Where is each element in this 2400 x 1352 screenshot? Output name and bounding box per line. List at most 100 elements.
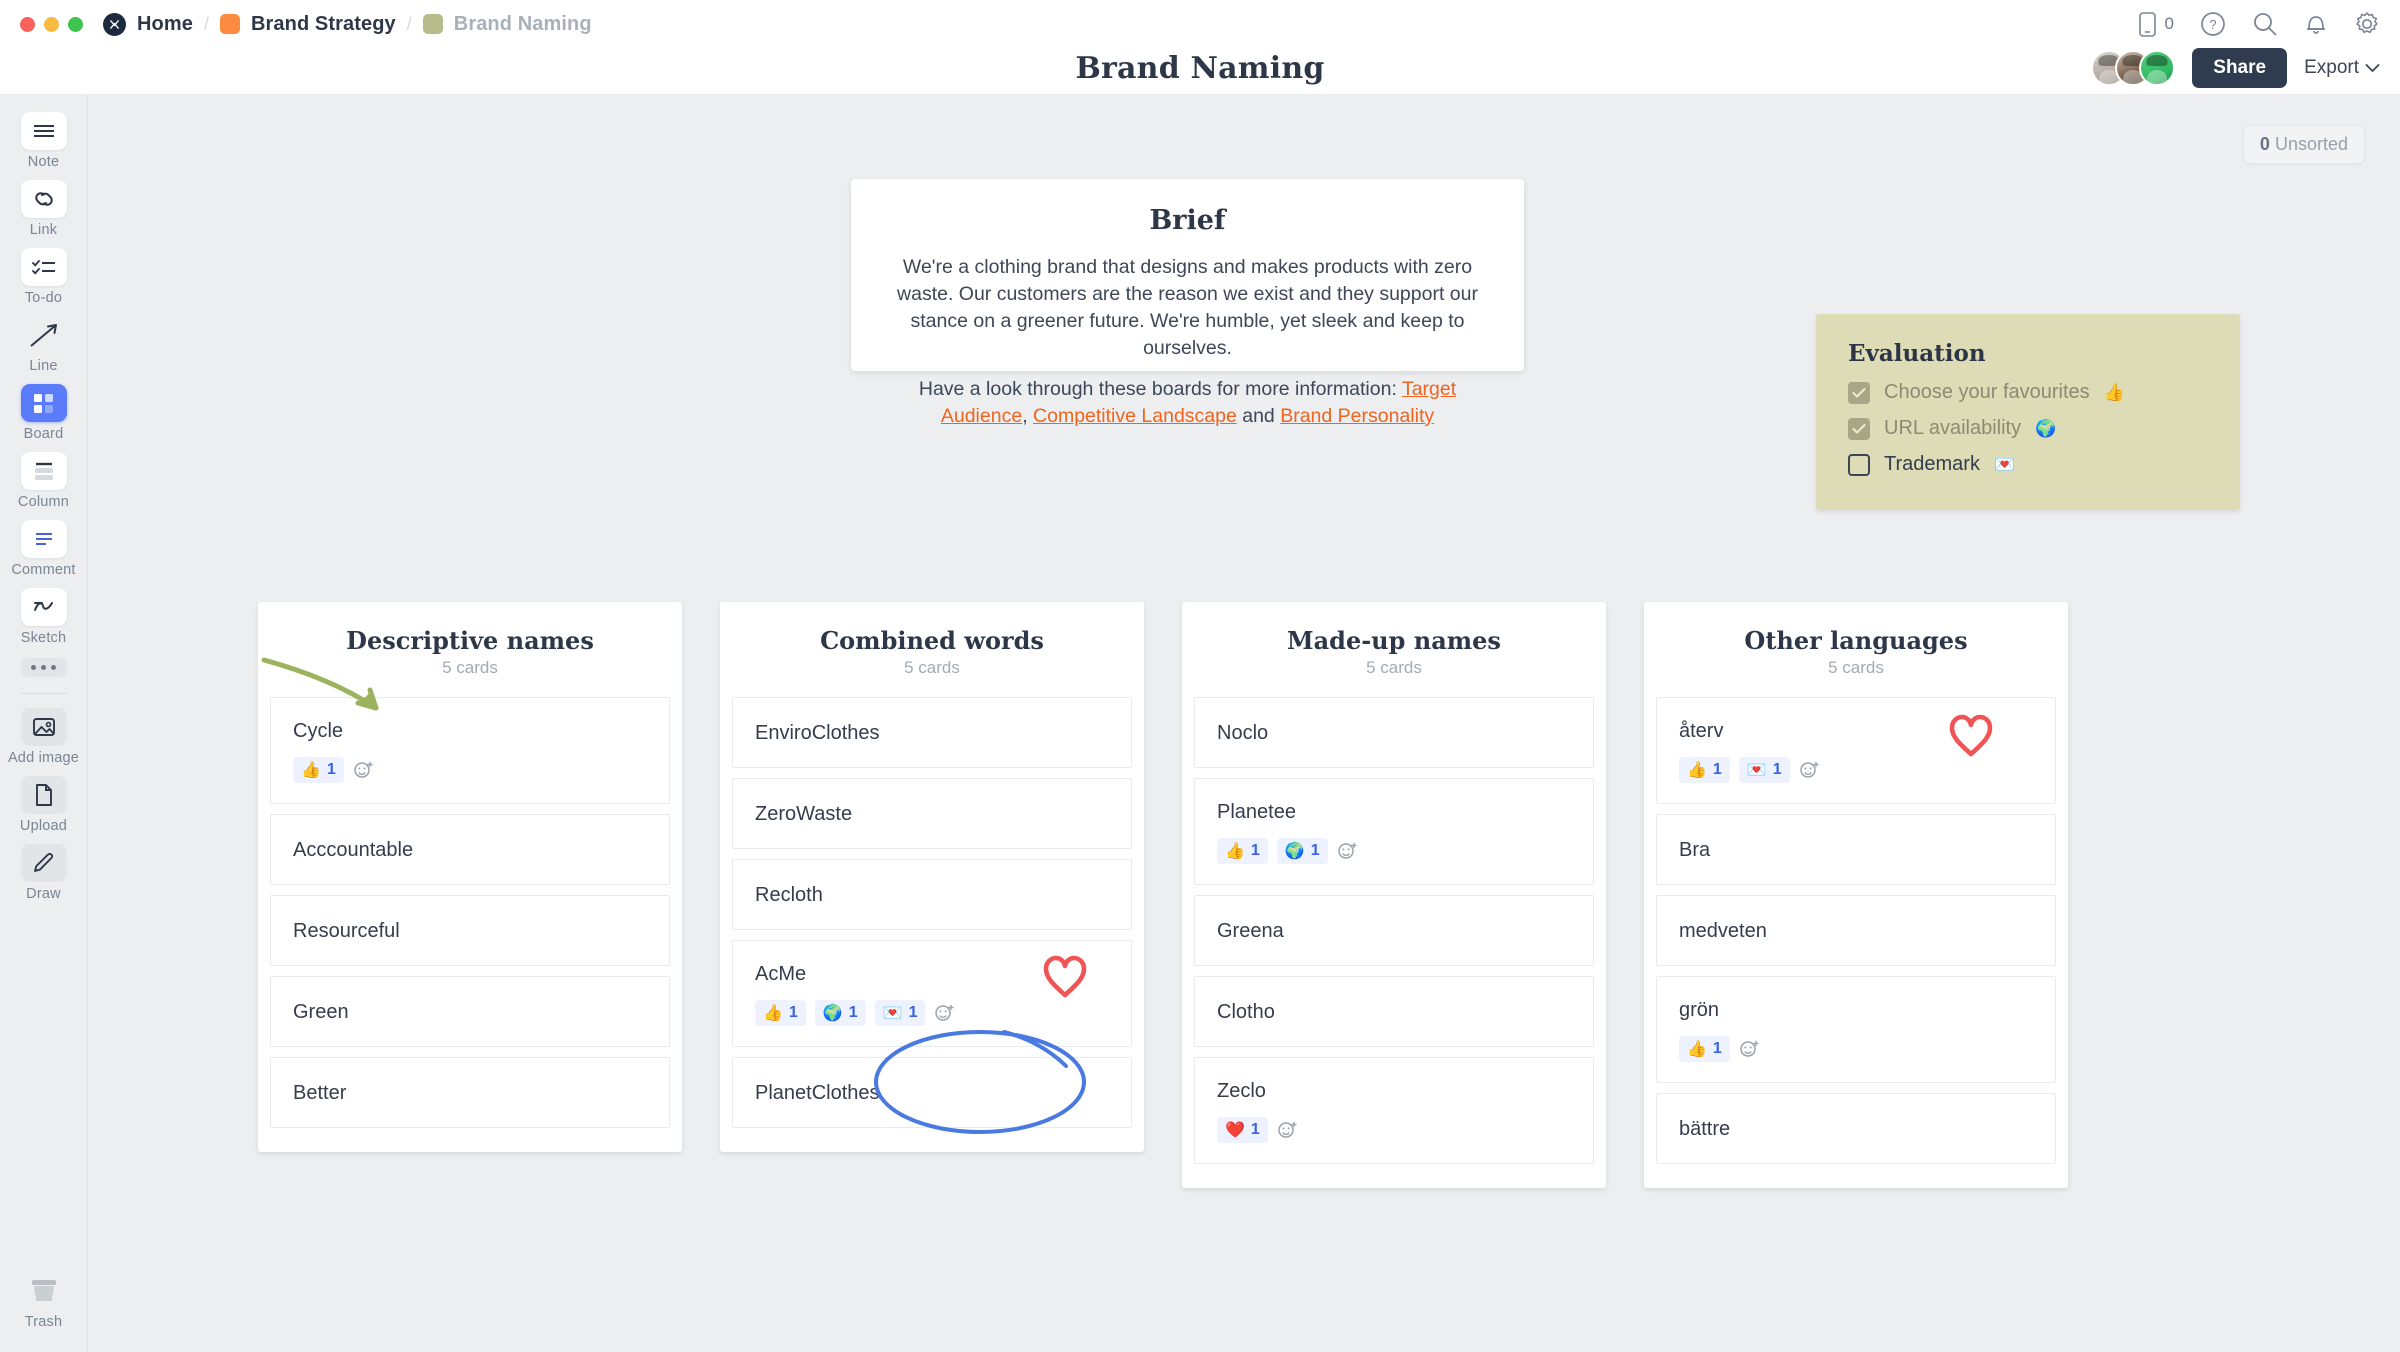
gear-icon[interactable] — [2354, 11, 2380, 37]
checkbox-checked-icon[interactable] — [1848, 417, 1870, 440]
tool-line[interactable]: Line — [5, 316, 83, 374]
card-reactions: 👍 1 — [293, 757, 647, 783]
add-reaction-icon[interactable] — [1277, 1120, 1299, 1140]
tool-comment[interactable]: Comment — [5, 520, 83, 578]
collaborator-avatars[interactable] — [2091, 50, 2176, 86]
left-toolbar: Note Link To-do Line Board Column Commen… — [0, 94, 88, 1352]
toolbar-divider — [20, 693, 67, 694]
checkbox-checked-icon[interactable] — [1848, 381, 1870, 404]
add-reaction-icon[interactable] — [353, 760, 375, 780]
card-zeclo[interactable]: Zeclo ❤️ 1 — [1194, 1057, 1594, 1164]
reaction-emoji: 🌍 — [822, 1005, 843, 1022]
breadcrumb-item-home[interactable]: Home — [103, 12, 193, 36]
link-competitive-landscape[interactable]: Competitive Landscape — [1033, 405, 1237, 427]
tool-column[interactable]: Column — [5, 452, 83, 510]
unsorted-badge[interactable]: 0 Unsorted — [2242, 125, 2365, 164]
card-medveten[interactable]: medveten — [1656, 895, 2056, 966]
add-reaction-icon[interactable] — [1799, 760, 1821, 780]
evaluation-item-url[interactable]: URL availability 🌍 — [1848, 417, 2208, 440]
brief-paragraph-2-prefix: Have a look through these boards for mor… — [918, 377, 1402, 400]
card-recloth[interactable]: Recloth — [732, 859, 1132, 930]
minimize-window-button[interactable] — [44, 16, 59, 32]
board-canvas[interactable]: 0 Unsorted Brief We're a clothing brand … — [88, 94, 2400, 1352]
card-battre[interactable]: bättre — [1656, 1093, 2056, 1164]
tool-add-image[interactable]: Add image — [5, 708, 83, 766]
card-gron[interactable]: grön 👍 1 — [1656, 976, 2056, 1083]
tool-upload[interactable]: Upload — [5, 776, 83, 834]
column-descriptive-names[interactable]: Descriptive names 5 cards Cycle 👍 1 Accc… — [258, 602, 682, 1152]
card-noclo[interactable]: Noclo — [1194, 697, 1594, 768]
card-zerowaste[interactable]: ZeroWaste — [732, 778, 1132, 849]
maximize-window-button[interactable] — [68, 16, 83, 32]
tool-trash[interactable]: Trash — [5, 1272, 83, 1330]
card-cycle[interactable]: Cycle 👍 1 — [270, 697, 670, 804]
card-green[interactable]: Green — [270, 976, 670, 1047]
column-combined-words[interactable]: Combined words 5 cards EnviroClothes Zer… — [720, 602, 1144, 1152]
card-planetclothes[interactable]: PlanetClothes — [732, 1057, 1132, 1128]
help-icon[interactable]: ? — [2200, 11, 2226, 37]
breadcrumb-item-board[interactable]: Brand Naming — [422, 13, 592, 36]
card-acccountable[interactable]: Acccountable — [270, 814, 670, 885]
export-label: Export — [2304, 57, 2359, 78]
tool-draw[interactable]: Draw — [5, 844, 83, 902]
tool-sketch[interactable]: Sketch — [5, 588, 83, 646]
card-better[interactable]: Better — [270, 1057, 670, 1128]
tool-column-label: Column — [17, 494, 70, 510]
card-enviroclothes[interactable]: EnviroClothes — [732, 697, 1132, 768]
reaction-thumbs-up[interactable]: 👍 1 — [293, 757, 344, 783]
card-clotho[interactable]: Clotho — [1194, 976, 1594, 1047]
brief-heading: Brief — [1149, 205, 1226, 236]
tool-sketch-label: Sketch — [20, 630, 67, 646]
reaction-thumbs-up[interactable]: 👍 1 — [1679, 757, 1730, 783]
tool-todo[interactable]: To-do — [5, 248, 83, 306]
brief-paragraph-1: We're a clothing brand that designs and … — [897, 256, 1478, 359]
reaction-thumbs-up[interactable]: 👍 1 — [1679, 1036, 1730, 1062]
reaction-globe[interactable]: 🌍 1 — [1276, 838, 1328, 864]
reaction-thumbs-up[interactable]: 👍 1 — [1217, 838, 1268, 864]
brief-card[interactable]: Brief We're a clothing brand that design… — [851, 179, 1524, 427]
card-planetee[interactable]: Planetee 👍 1 🌍 1 — [1194, 778, 1594, 885]
window-traffic-lights[interactable] — [20, 16, 83, 32]
column-made-up-names[interactable]: Made-up names 5 cards Noclo Planetee 👍 1… — [1182, 602, 1606, 1188]
link-brand-personality[interactable]: Brand Personality — [1280, 405, 1434, 427]
reaction-love-letter[interactable]: 💌 1 — [874, 1000, 926, 1026]
more-tools-button[interactable] — [20, 658, 67, 677]
avatar[interactable] — [2139, 50, 2176, 86]
board-color-swatch — [422, 14, 443, 34]
reaction-emoji: 👍 — [763, 1005, 783, 1022]
search-icon[interactable] — [2252, 11, 2278, 37]
mobile-devices-button[interactable]: 0 — [2138, 11, 2174, 37]
column-card-count: 5 cards — [442, 658, 498, 677]
tool-board[interactable]: Board — [5, 384, 83, 442]
card-resourceful[interactable]: Resourceful — [270, 895, 670, 966]
comment-icon — [20, 520, 67, 558]
tool-note[interactable]: Note — [5, 112, 83, 170]
checkbox-unchecked-icon[interactable] — [1848, 453, 1870, 476]
evaluation-card[interactable]: Evaluation Choose your favourites 👍 URL … — [1816, 314, 2240, 510]
reaction-emoji: 🌍 — [1284, 843, 1305, 860]
reaction-thumbs-up[interactable]: 👍 1 — [755, 1000, 806, 1026]
reaction-count: 1 — [1712, 1040, 1722, 1057]
export-button[interactable]: Export — [2304, 57, 2380, 79]
card-title: Green — [293, 1001, 349, 1023]
reaction-globe[interactable]: 🌍 1 — [814, 1000, 866, 1026]
card-greena[interactable]: Greena — [1194, 895, 1594, 966]
reaction-red-heart[interactable]: ❤️ 1 — [1217, 1117, 1268, 1143]
app-logo-icon — [103, 12, 126, 36]
column-other-languages[interactable]: Other languages 5 cards återv 👍 1 💌 1 Br… — [1644, 602, 2068, 1188]
tool-link[interactable]: Link — [5, 180, 83, 238]
close-window-button[interactable] — [20, 16, 35, 32]
breadcrumb-item-project[interactable]: Brand Strategy — [219, 13, 396, 36]
add-reaction-icon[interactable] — [1739, 1039, 1761, 1059]
reaction-love-letter[interactable]: 💌 1 — [1738, 757, 1790, 783]
evaluation-item-trademark[interactable]: Trademark 💌 — [1848, 453, 2208, 476]
add-reaction-icon[interactable] — [1337, 841, 1359, 861]
card-title: Resourceful — [293, 920, 400, 942]
card-acme[interactable]: AcMe 👍 1 🌍 1 💌 1 — [732, 940, 1132, 1047]
bell-icon[interactable] — [2304, 11, 2328, 37]
evaluation-item-favourites[interactable]: Choose your favourites 👍 — [1848, 381, 2208, 404]
add-reaction-icon[interactable] — [934, 1003, 956, 1023]
share-button[interactable]: Share — [2192, 48, 2288, 88]
card-bra[interactable]: Bra — [1656, 814, 2056, 885]
card-aterv[interactable]: återv 👍 1 💌 1 — [1656, 697, 2056, 804]
